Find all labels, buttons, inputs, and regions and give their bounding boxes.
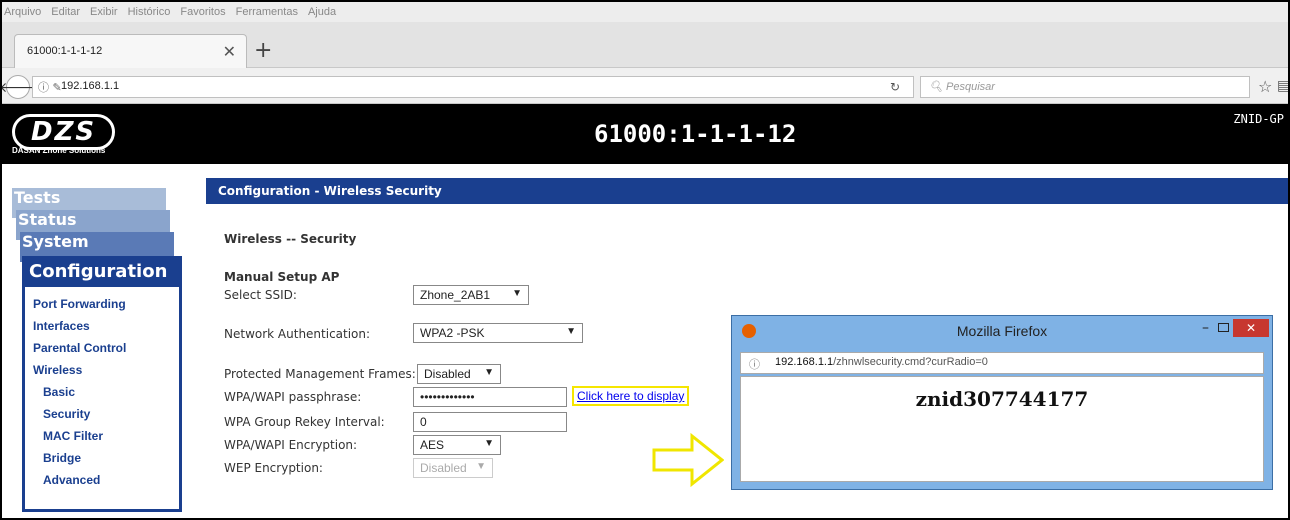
passphrase-input[interactable]: ••••••••••••• (413, 387, 567, 407)
menu-historico[interactable]: Histórico (128, 6, 171, 18)
menu-ferramentas[interactable]: Ferramentas (236, 6, 298, 18)
search-placeholder: Pesquisar (946, 81, 995, 93)
popup-url-path: /zhnwlsecurity.cmd?curRadio=0 (833, 356, 988, 368)
manual-setup-heading: Manual Setup AP (224, 270, 340, 284)
sidebar-item-wireless[interactable]: Wireless (33, 363, 82, 377)
tab-bar: 61000:1-1-1-12 ✕ + (2, 22, 1288, 70)
menu-arquivo[interactable]: Arquivo (4, 6, 41, 18)
rekey-interval-input[interactable]: 0 (413, 412, 567, 432)
passphrase-label: WPA/WAPI passphrase: (224, 390, 362, 404)
pmf-select[interactable]: Disabled ▼ (417, 364, 501, 384)
logo-subtitle: DASAN Zhone Solutions (12, 146, 106, 155)
device-model: ZNID-GP (1233, 112, 1284, 126)
reload-icon[interactable]: ↻ (890, 80, 900, 94)
minimize-icon[interactable]: – (1202, 320, 1209, 336)
address-bar[interactable]: 192.168.1.1 (32, 76, 914, 98)
sidebar-item-bridge[interactable]: Bridge (43, 451, 81, 465)
popup-address-bar[interactable]: ⓘ 192.168.1.1/zhnwlsecurity.cmd?curRadio… (740, 352, 1264, 374)
close-icon[interactable]: ✕ (1233, 319, 1269, 337)
browser-tab[interactable]: 61000:1-1-1-12 ✕ (14, 34, 247, 70)
firefox-popup-window: Mozilla Firefox – ✕ ⓘ 192.168.1.1/zhnwls… (731, 315, 1273, 490)
ssid-select-value: Zhone_2AB1 (420, 288, 491, 302)
network-auth-select[interactable]: WPA2 -PSK ▼ (413, 323, 583, 343)
popup-url-host: 192.168.1.1 (775, 356, 834, 368)
dzs-logo: DZS (12, 114, 116, 150)
section-subtitle: Wireless -- Security (224, 232, 357, 246)
wep-encryption-select[interactable]: Disabled ▼ (413, 458, 493, 478)
network-auth-value: WPA2 -PSK (420, 326, 485, 340)
display-passphrase-link[interactable]: Click here to display (572, 386, 690, 406)
pmf-label: Protected Management Frames: (224, 367, 416, 381)
search-input[interactable]: 🔍︎ Pesquisar (920, 76, 1250, 98)
page-title: 61000:1-1-1-12 (594, 120, 797, 148)
bookmark-star-icon[interactable]: ☆ (1258, 77, 1272, 96)
reading-list-icon[interactable]: ▤ (1277, 78, 1288, 94)
chevron-down-icon: ▼ (512, 288, 522, 299)
menu-exibir[interactable]: Exibir (90, 6, 118, 18)
network-auth-label: Network Authentication: (224, 327, 371, 341)
encryption-select[interactable]: AES ▼ (413, 435, 501, 455)
close-icon[interactable]: ✕ (223, 42, 236, 62)
section-title-bar: Configuration - Wireless Security (206, 178, 1288, 204)
address-bar-url: 192.168.1.1 (61, 80, 120, 92)
back-arrow-icon[interactable]: 🡐 (2, 75, 37, 99)
wep-encryption-label: WEP Encryption: (224, 461, 323, 475)
chevron-down-icon: ▼ (484, 438, 494, 449)
sidebar-item-port-forwarding[interactable]: Port Forwarding (33, 297, 126, 311)
popup-content: znid307744177 (740, 376, 1264, 482)
ssid-label: Select SSID: (224, 288, 297, 302)
wep-encryption-value: Disabled (420, 461, 467, 475)
arrow-right-icon (652, 432, 724, 488)
tab-title: 61000:1-1-1-12 (27, 45, 103, 57)
chevron-down-icon: ▼ (566, 326, 576, 337)
menu-bar: Arquivo Editar Exibir Histórico Favorito… (2, 2, 1288, 22)
maximize-icon[interactable] (1218, 323, 1229, 332)
sidebar-tab-configuration[interactable]: Configuration (25, 259, 179, 287)
browser-window: Arquivo Editar Exibir Histórico Favorito… (0, 0, 1290, 520)
navigation-bar: 🡐 192.168.1.1 ⓘ ✎ ↻ 🔍︎ Pesquisar ☆ ▤ (2, 68, 1288, 104)
sidebar-item-basic[interactable]: Basic (43, 385, 75, 399)
rekey-interval-label: WPA Group Rekey Interval: (224, 415, 385, 429)
menu-ajuda[interactable]: Ajuda (308, 6, 336, 18)
menu-editar[interactable]: Editar (51, 6, 80, 18)
chevron-down-icon: ▼ (476, 461, 486, 472)
encryption-label: WPA/WAPI Encryption: (224, 438, 358, 452)
new-tab-icon[interactable]: + (254, 40, 272, 62)
sidebar-item-advanced[interactable]: Advanced (43, 473, 100, 487)
ssid-select[interactable]: Zhone_2AB1 ▼ (413, 285, 529, 305)
menu-favoritos[interactable]: Favoritos (180, 6, 225, 18)
pmf-value: Disabled (424, 367, 471, 381)
sidebar-item-security[interactable]: Security (43, 407, 90, 421)
sidebar-configuration-panel: Configuration Port Forwarding Interfaces… (22, 256, 182, 512)
sidebar-item-parental-control[interactable]: Parental Control (33, 341, 126, 355)
sidebar-item-mac-filter[interactable]: MAC Filter (43, 429, 103, 443)
site-info-icon[interactable]: ⓘ ✎ (38, 79, 62, 95)
chevron-down-icon: ▼ (484, 367, 494, 378)
revealed-passphrase: znid307744177 (915, 387, 1089, 411)
site-info-icon: ⓘ (749, 359, 760, 371)
encryption-value: AES (420, 438, 445, 452)
page-header: DZS DASAN Zhone Solutions 61000:1-1-1-12… (2, 104, 1288, 164)
popup-title: Mozilla Firefox (956, 323, 1048, 339)
sidebar-item-interfaces[interactable]: Interfaces (33, 319, 90, 333)
search-icon: 🔍︎ (929, 81, 947, 93)
